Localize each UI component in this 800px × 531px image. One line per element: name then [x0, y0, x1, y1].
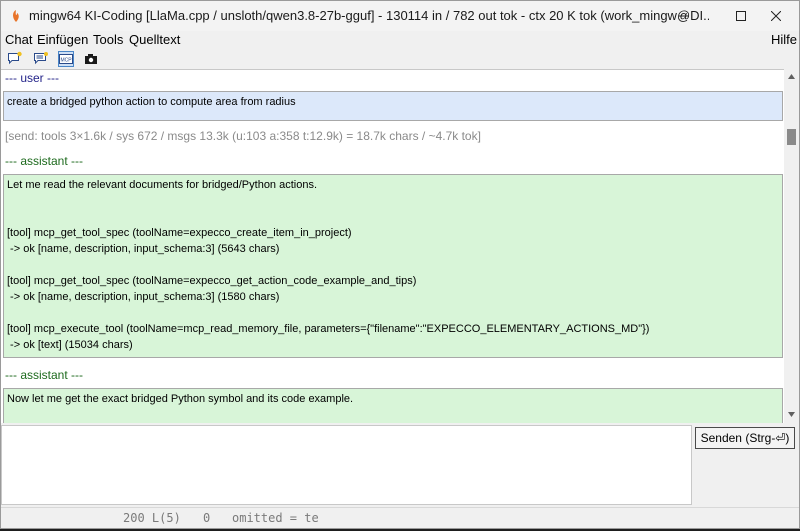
minimize-button[interactable] — [661, 1, 707, 31]
ki-coding-window: mingw64 KI-Coding [LlaMa.cpp / unsloth/q… — [0, 0, 800, 529]
menu-chat[interactable]: Chat — [5, 32, 32, 47]
send-button[interactable]: Senden (Strg-⏎) — [695, 427, 795, 449]
close-button[interactable] — [753, 1, 799, 31]
background-window-text: 200 L(5) — [123, 511, 181, 525]
menu-help[interactable]: Hilfe — [771, 32, 797, 47]
user-role-label: --- user --- — [5, 71, 59, 85]
mcp-toggle-button[interactable]: MCP — [58, 51, 74, 67]
chat-options-icon — [34, 52, 48, 65]
assistant-role-label: --- assistant --- — [5, 154, 83, 168]
menu-tools[interactable]: Tools — [93, 32, 123, 47]
new-chat-button[interactable] — [7, 51, 23, 67]
chat-options-button[interactable] — [33, 51, 49, 67]
send-stats: [send: tools 3×1.6k / sys 672 / msgs 13.… — [5, 129, 481, 143]
background-window-text: 0 — [203, 511, 211, 525]
scroll-down-icon[interactable] — [787, 410, 796, 419]
user-message: create a bridged python action to comput… — [3, 91, 783, 121]
app-logo-icon — [13, 10, 19, 22]
close-icon — [771, 11, 781, 21]
menu-insert[interactable]: Einfügen — [37, 32, 88, 47]
toolbar: MCP — [1, 49, 799, 69]
mcp-icon: MCP — [59, 54, 73, 64]
screenshot-button[interactable] — [83, 51, 99, 67]
assistant-message: Now let me get the exact bridged Python … — [3, 388, 783, 423]
window-title: mingw64 KI-Coding [LlaMa.cpp / unsloth/q… — [29, 8, 709, 23]
menu-source[interactable]: Quelltext — [129, 32, 180, 47]
message-input[interactable] — [1, 425, 692, 505]
chat-transcript[interactable]: --- user --- create a bridged python act… — [1, 69, 784, 423]
new-chat-icon — [8, 51, 22, 65]
status-bar — [1, 507, 799, 528]
assistant-message: Let me read the relevant documents for b… — [3, 174, 783, 358]
camera-icon — [85, 54, 97, 64]
scroll-thumb[interactable] — [787, 129, 796, 145]
scroll-up-icon[interactable] — [787, 72, 796, 81]
mcp-icon-label: MCP — [60, 58, 72, 64]
minimize-icon — [679, 15, 689, 17]
background-window-text: omitted = te — [232, 511, 319, 525]
maximize-icon — [736, 11, 746, 21]
chat-scrollbar[interactable] — [784, 69, 799, 422]
title-bar[interactable]: mingw64 KI-Coding [LlaMa.cpp / unsloth/q… — [1, 1, 799, 31]
menu-bar: Chat Einfügen Tools Quelltext Hilfe — [1, 31, 799, 49]
assistant-role-label: --- assistant --- — [5, 368, 83, 382]
